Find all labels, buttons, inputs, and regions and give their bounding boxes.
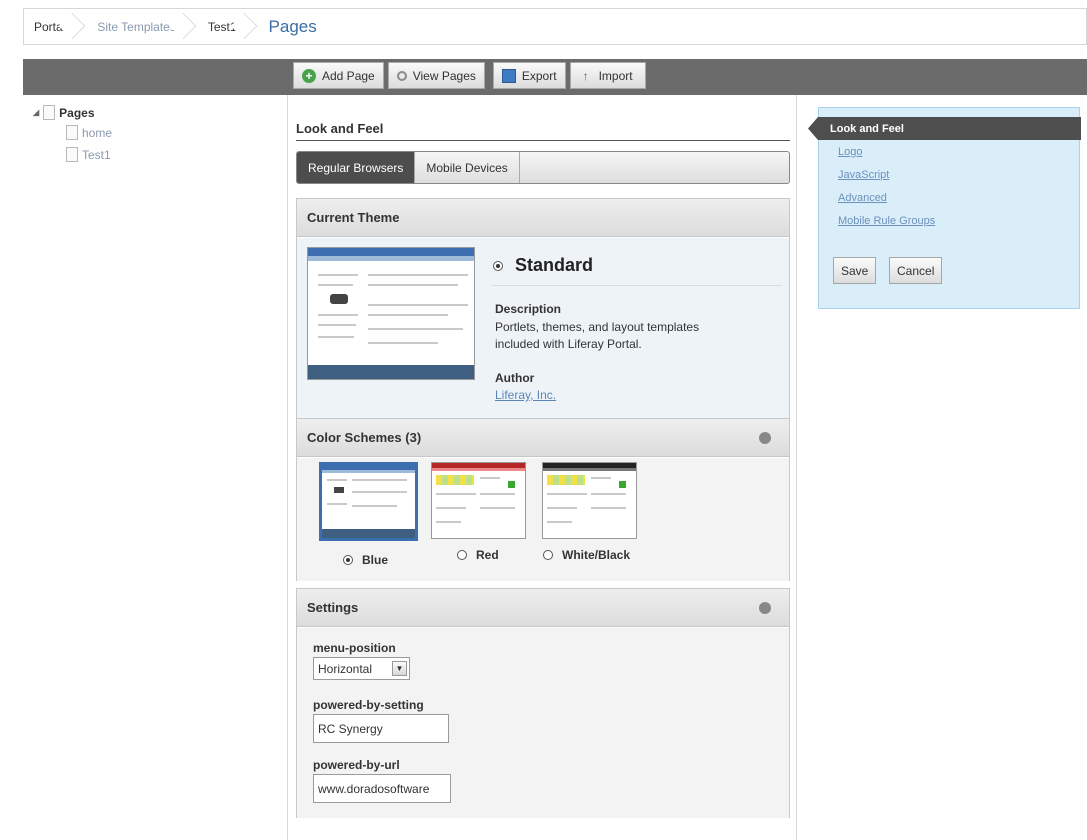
breadcrumb: Portal Site Templates Test1 Pages <box>23 8 1087 45</box>
current-theme-panel: Current Theme Standard Description Portl… <box>296 198 790 419</box>
tree-item-label: home <box>82 125 113 140</box>
tab-regular-browsers[interactable]: Regular Browsers <box>297 152 416 183</box>
import-label: Import <box>598 68 633 83</box>
scheme-option-red[interactable]: Red <box>457 548 499 562</box>
page-tree-panel: ◢ Pages home Test1 <box>23 95 288 840</box>
description-text: Portlets, themes, and layout templates i… <box>495 320 700 351</box>
page-title: Pages <box>268 16 317 36</box>
color-schemes-heading: Color Schemes (3) <box>307 430 422 445</box>
tree-item-test1[interactable]: Test1 <box>66 147 111 162</box>
breadcrumb-current: Pages <box>251 9 331 44</box>
section-divider <box>296 140 790 141</box>
scheme-label-red: Red <box>476 548 499 562</box>
expand-triangle-icon[interactable]: ◢ <box>33 108 39 117</box>
page-icon <box>66 125 78 140</box>
current-theme-heading: Current Theme <box>307 210 400 225</box>
page-toolbar: + Add Page View Pages Export ↑ Import <box>293 62 648 91</box>
view-pages-label: View Pages <box>412 68 476 83</box>
scheme-radio-blue[interactable] <box>343 555 353 565</box>
scheme-radio-white-black[interactable] <box>543 550 553 560</box>
folder-page-icon <box>43 105 56 120</box>
nav-link-mobile-rule-groups[interactable]: Mobile Rule Groups <box>838 215 935 227</box>
description-label: Description <box>495 302 562 316</box>
author-label: Author <box>495 371 535 385</box>
powered-by-setting-label: powered-by-setting <box>313 698 424 712</box>
export-icon <box>501 68 516 83</box>
tab-mobile-devices[interactable]: Mobile Devices <box>415 152 520 183</box>
menu-position-select[interactable]: Horizontal ▼ <box>313 657 410 680</box>
tree-root-label: Pages <box>59 105 95 120</box>
tree-item-home[interactable]: home <box>66 125 112 140</box>
scheme-label-blue: Blue <box>362 553 389 567</box>
breadcrumb-portal[interactable]: Portal <box>24 9 86 44</box>
page-icon <box>66 147 78 162</box>
chevron-down-icon: ▼ <box>392 661 407 676</box>
nav-link-advanced[interactable]: Advanced <box>838 192 887 204</box>
theme-divider <box>492 285 782 286</box>
powered-by-setting-input[interactable] <box>313 714 449 743</box>
theme-name: Standard <box>493 255 593 276</box>
theme-name-text: Standard <box>515 255 594 275</box>
theme-thumbnail <box>307 247 475 380</box>
menu-position-value: Horizontal <box>318 661 373 676</box>
theme-radio[interactable] <box>493 260 503 271</box>
view-pages-button[interactable]: View Pages <box>387 62 485 89</box>
settings-body: menu-position Horizontal ▼ powered-by-se… <box>297 628 789 818</box>
menu-position-label: menu-position <box>313 641 396 655</box>
scheme-red-thumbnail[interactable] <box>431 462 526 539</box>
current-theme-header: Current Theme <box>297 199 789 237</box>
settings-panel: Settings menu-position Horizontal ▼ powe… <box>296 588 790 818</box>
scheme-white-black-thumbnail[interactable] <box>542 462 637 539</box>
current-theme-body: Standard Description Portlets, themes, a… <box>297 238 789 418</box>
powered-by-url-label: powered-by-url <box>313 758 400 772</box>
add-page-button[interactable]: + Add Page <box>293 62 384 89</box>
cancel-button[interactable]: Cancel <box>889 257 943 284</box>
nav-item-look-and-feel[interactable]: Look and Feel <box>808 117 1081 140</box>
scheme-option-white-black[interactable]: White/Black <box>543 548 630 562</box>
breadcrumb-site-templates[interactable]: Site Templates <box>79 9 197 44</box>
export-label: Export <box>521 68 557 83</box>
browser-tabs: Regular Browsers Mobile Devices <box>296 151 790 184</box>
color-schemes-header[interactable]: Color Schemes (3) <box>297 419 789 457</box>
breadcrumb-site-templates-label: Site Templates <box>97 19 176 34</box>
scheme-blue-thumbnail[interactable] <box>319 462 418 541</box>
search-icon <box>396 70 407 81</box>
import-button[interactable]: ↑ Import <box>569 62 646 89</box>
nav-link-logo[interactable]: Logo <box>838 146 862 158</box>
tree-root-pages[interactable]: ◢ Pages <box>33 105 95 120</box>
import-icon: ↑ <box>582 68 589 83</box>
scheme-radio-red[interactable] <box>457 550 467 560</box>
collapse-icon[interactable] <box>759 432 771 444</box>
section-title: Look and Feel <box>296 121 384 136</box>
color-schemes-body: Blue Red White/Black <box>297 458 789 581</box>
tree-item-label: Test1 <box>82 147 111 162</box>
export-button[interactable]: Export <box>492 62 566 89</box>
settings-heading: Settings <box>307 600 359 615</box>
save-button[interactable]: Save <box>833 257 877 284</box>
add-page-label: Add Page <box>322 68 375 83</box>
author-link[interactable]: Liferay, Inc. <box>495 388 556 402</box>
scheme-label-white-black: White/Black <box>562 548 631 562</box>
color-schemes-panel: Color Schemes (3) Blue Red White/Black <box>296 418 790 581</box>
add-icon: + <box>302 68 316 83</box>
powered-by-url-input[interactable] <box>313 774 451 803</box>
scheme-option-blue[interactable]: Blue <box>343 553 388 567</box>
breadcrumb-test1[interactable]: Test1 <box>190 9 257 44</box>
collapse-icon[interactable] <box>759 602 771 614</box>
nav-link-javascript[interactable]: JavaScript <box>838 169 889 181</box>
settings-header[interactable]: Settings <box>297 589 789 627</box>
